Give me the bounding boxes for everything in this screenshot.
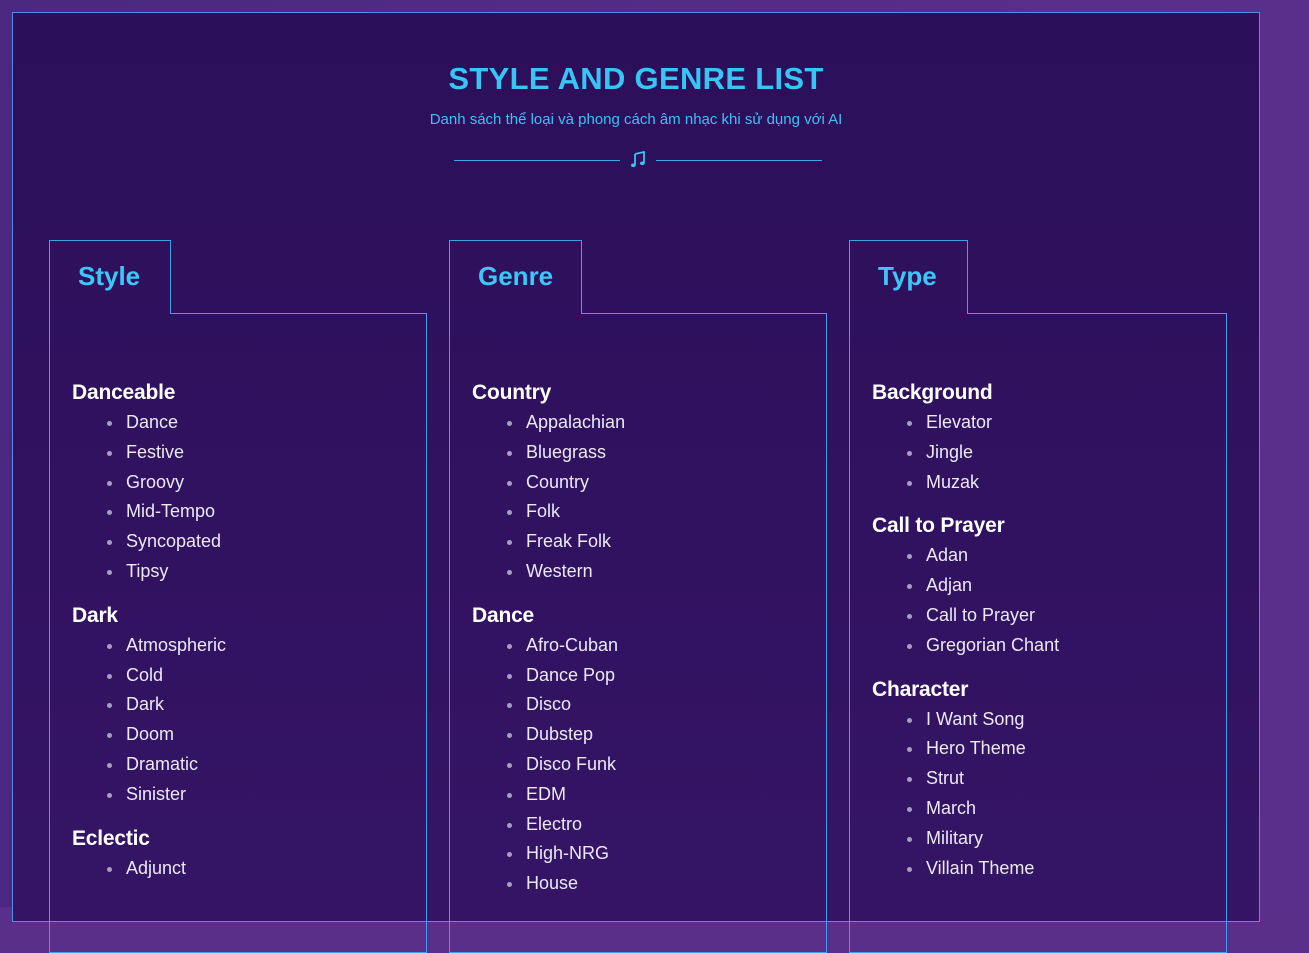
list-item: Dramatic (107, 750, 412, 780)
list-item: Cold (107, 661, 412, 691)
list-item: Festive (107, 438, 412, 468)
list-item: Folk (507, 497, 812, 527)
item-list: I Want Song Hero Theme Strut March Milit… (872, 705, 1212, 884)
tab-label: Genre (478, 261, 554, 291)
divider-line-left (454, 160, 620, 161)
list-item: Call to Prayer (907, 601, 1212, 631)
list-item: Western (507, 557, 812, 587)
list-item: Disco (507, 690, 812, 720)
style-groups: Danceable Dance Festive Groovy Mid-Tempo… (72, 380, 412, 899)
item-list: Appalachian Bluegrass Country Folk Freak… (472, 408, 812, 587)
list-item: Afro-Cuban (507, 631, 812, 661)
group-title: Eclectic (72, 826, 150, 850)
list-item: Bluegrass (507, 438, 812, 468)
list-item: Atmospheric (107, 631, 412, 661)
tab-label: Type (878, 261, 937, 291)
list-item: Muzak (907, 468, 1212, 498)
genre-groups: Country Appalachian Bluegrass Country Fo… (472, 380, 812, 915)
type-groups: Background Elevator Jingle Muzak Call to… (872, 380, 1212, 899)
list-item: Strut (907, 764, 1212, 794)
list-item: Disco Funk (507, 750, 812, 780)
group-country: Country Appalachian Bluegrass Country Fo… (472, 380, 812, 587)
list-item: Tipsy (107, 557, 412, 587)
tab-type[interactable]: Type (849, 240, 968, 314)
list-item: Dubstep (507, 720, 812, 750)
item-list: Adjunct (72, 854, 412, 884)
divider-line-right (656, 160, 822, 161)
group-title: Dark (72, 603, 118, 627)
main-container: STYLE AND GENRE LIST Danh sách thể loại … (12, 12, 1260, 953)
panel-style: Style Danceable Dance Festive Groovy Mid… (49, 240, 427, 953)
list-item: EDM (507, 780, 812, 810)
group-dark: Dark Atmospheric Cold Dark Doom Dramatic… (72, 603, 412, 810)
list-item: Adjan (907, 571, 1212, 601)
item-list: Afro-Cuban Dance Pop Disco Dubstep Disco… (472, 631, 812, 899)
panel-type: Type Background Elevator Jingle Muzak Ca… (849, 240, 1227, 953)
list-item: Syncopated (107, 527, 412, 557)
list-item: Appalachian (507, 408, 812, 438)
list-item: March (907, 794, 1212, 824)
list-item: Military (907, 824, 1212, 854)
group-title: Background (872, 381, 993, 404)
list-item: Groovy (107, 468, 412, 498)
group-title: Danceable (72, 381, 176, 404)
list-item: House (507, 869, 812, 899)
group-danceable: Danceable Dance Festive Groovy Mid-Tempo… (72, 380, 412, 587)
group-background: Background Elevator Jingle Muzak (872, 380, 1212, 497)
group-title: Call to Prayer (872, 514, 1005, 538)
group-dance: Dance Afro-Cuban Dance Pop Disco Dubstep… (472, 603, 812, 899)
list-item: Freak Folk (507, 527, 812, 557)
list-item: Jingle (907, 438, 1212, 468)
panel-genre: Genre Country Appalachian Bluegrass Coun… (449, 240, 827, 953)
item-list: Adan Adjan Call to Prayer Gregorian Chan… (872, 541, 1212, 660)
title-divider (454, 151, 822, 171)
group-eclectic: Eclectic Adjunct (72, 826, 412, 884)
item-list: Elevator Jingle Muzak (872, 408, 1212, 497)
list-item: I Want Song (907, 705, 1212, 735)
list-item: Mid-Tempo (107, 497, 412, 527)
list-item: Sinister (107, 780, 412, 810)
list-item: Electro (507, 810, 812, 840)
list-item: Elevator (907, 408, 1212, 438)
tab-style[interactable]: Style (49, 240, 171, 314)
music-note-icon (630, 151, 645, 168)
list-item: Doom (107, 720, 412, 750)
group-title: Dance (472, 603, 535, 627)
item-list: Atmospheric Cold Dark Doom Dramatic Sini… (72, 631, 412, 810)
list-item: Country (507, 468, 812, 498)
group-title: Character (872, 677, 969, 701)
tab-genre[interactable]: Genre (449, 240, 582, 314)
list-item: High-NRG (507, 839, 812, 869)
group-character: Character I Want Song Hero Theme Strut M… (872, 677, 1212, 884)
group-call-to-prayer: Call to Prayer Adan Adjan Call to Prayer… (872, 513, 1212, 660)
list-item: Gregorian Chant (907, 631, 1212, 661)
page-title: STYLE AND GENRE LIST (448, 61, 824, 96)
page-subtitle: Danh sách thể loại và phong cách âm nhạc… (429, 111, 843, 128)
list-item: Villain Theme (907, 854, 1212, 884)
list-item: Hero Theme (907, 734, 1212, 764)
list-item: Adan (907, 541, 1212, 571)
list-item: Dance (107, 408, 412, 438)
list-item: Dark (107, 690, 412, 720)
list-item: Dance Pop (507, 661, 812, 691)
list-item: Adjunct (107, 854, 412, 884)
group-title: Country (472, 381, 552, 404)
tab-label: Style (78, 261, 141, 291)
item-list: Dance Festive Groovy Mid-Tempo Syncopate… (72, 408, 412, 587)
